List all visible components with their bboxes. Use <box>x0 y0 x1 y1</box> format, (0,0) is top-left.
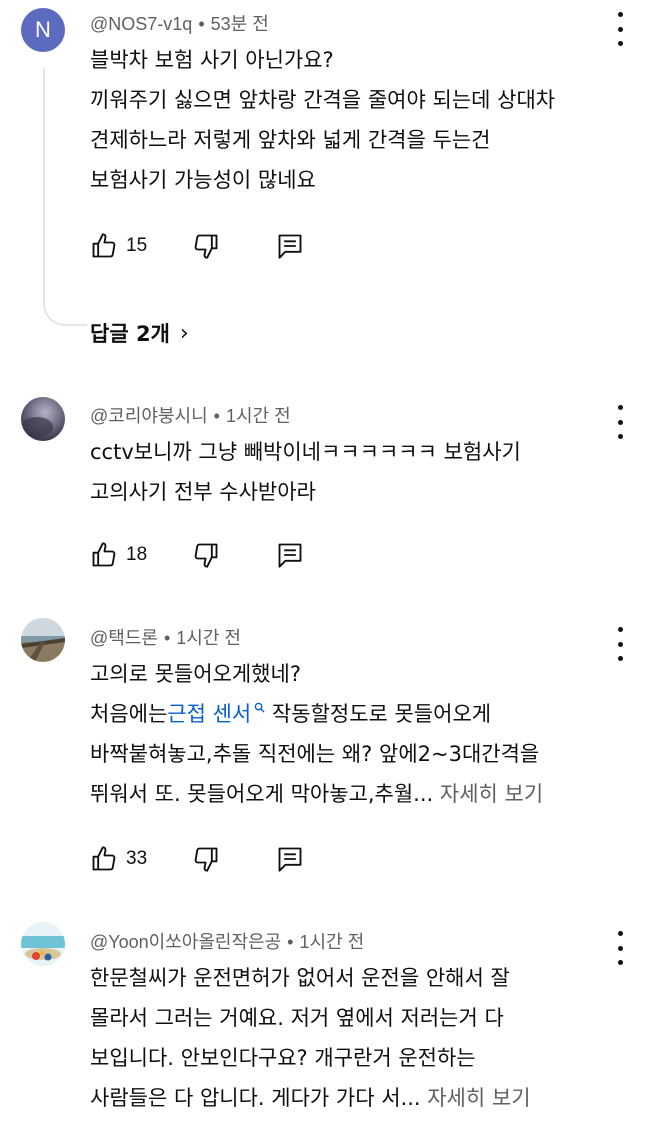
comment-meta: @택드론 • 1시간 전 <box>90 624 241 650</box>
thumb-up-icon[interactable] <box>90 541 118 569</box>
comment-time[interactable]: 53분 전 <box>211 14 269 34</box>
comment-meta: @Yoon이쏘아올린작은공 • 1시간 전 <box>90 928 364 954</box>
author-name[interactable]: @Yoon이쏘아올린작은공 <box>90 932 281 952</box>
comment-line: 한문철씨가 운전면허가 없어서 운전을 안해서 잘 <box>90 966 510 990</box>
search-icon <box>254 702 265 713</box>
reply-icon[interactable] <box>276 232 304 260</box>
search-link-text: 근접 센서 <box>167 702 252 726</box>
comment-line: 보험사기 가능성이 많네요 <box>90 168 316 192</box>
line-suffix: 작동할정도로 못들어오게 <box>265 702 492 726</box>
comment-body: 고의로 못들어오게했네? 처음에는근접 센서 작동할정도로 못들어오게 바짝붙혀… <box>90 654 638 814</box>
read-more-link[interactable]: 자세히 보기 <box>433 782 543 806</box>
comment-body: cctv보니까 그냥 빼박이네ㅋㅋㅋㅋㅋㅋ 보험사기 고의사기 전부 수사받아라 <box>90 432 638 512</box>
comment-line: 고의사기 전부 수사받아라 <box>90 480 316 504</box>
comment-time[interactable]: 1시간 전 <box>176 628 241 648</box>
thread-connector <box>43 68 87 326</box>
comment-actions: 18 <box>90 540 304 570</box>
search-link[interactable]: 근접 센서 <box>167 702 265 726</box>
comment-line: cctv보니까 그냥 빼박이네ㅋㅋㅋㅋㅋㅋ 보험사기 <box>90 440 521 464</box>
thumb-up-icon[interactable] <box>90 845 118 873</box>
comment-line: 고의로 못들어오게했네? <box>90 662 302 686</box>
read-more-link[interactable]: 자세히 보기 <box>421 1086 530 1110</box>
meta-separator: • <box>213 406 220 426</box>
comment-line: 몰라서 그러는 거예요. 저거 옆에서 저러는거 다 <box>90 1006 504 1030</box>
reply-icon[interactable] <box>276 845 304 873</box>
comment-time[interactable]: 1시간 전 <box>226 406 291 426</box>
comment-actions: 15 <box>90 231 304 261</box>
reply-icon[interactable] <box>276 541 304 569</box>
avatar-image <box>21 922 65 966</box>
avatar[interactable]: N <box>21 8 65 52</box>
author-name[interactable]: @택드론 <box>90 628 158 648</box>
like-count: 18 <box>126 544 148 565</box>
avatar[interactable] <box>21 397 65 441</box>
avatar-image <box>21 397 65 441</box>
meta-separator: • <box>287 932 294 952</box>
author-name[interactable]: @코리야붕시니 <box>90 406 208 426</box>
chevron-right-icon: › <box>179 320 189 346</box>
thumb-up-icon[interactable] <box>90 232 118 260</box>
comment-time[interactable]: 1시간 전 <box>299 932 364 952</box>
like-count: 15 <box>126 235 148 256</box>
avatar-letter: N <box>35 17 51 42</box>
comment-line: 뛰워서 또. 못들어오게 막아놓고,추월... 자세히 보기 <box>90 774 638 814</box>
comment-body: 블박차 보험 사기 아닌가요? 끼워주기 싫으면 앞차랑 간격을 줄여야 되는데… <box>90 40 638 200</box>
avatar-image <box>21 618 65 662</box>
avatar[interactable] <box>21 618 65 662</box>
comment-truncated-text: 사람들은 다 압니다. 게다가 가다 서... <box>90 1086 421 1110</box>
comment-line: 사람들은 다 압니다. 게다가 가다 서... 자세히 보기 <box>90 1078 638 1118</box>
comment-meta: @NOS7-v1q • 53분 전 <box>90 10 269 36</box>
thumb-down-icon[interactable] <box>192 232 220 260</box>
avatar[interactable] <box>21 922 65 966</box>
comment-line: 바짝붙혀놓고,추돌 직전에는 왜? 앞에2~3대간격을 <box>90 742 540 766</box>
line-prefix: 처음에는 <box>90 702 168 726</box>
like-count: 33 <box>126 848 148 869</box>
author-name[interactable]: @NOS7-v1q <box>90 14 192 34</box>
comment-line: 블박차 보험 사기 아닌가요? <box>90 48 334 72</box>
thumb-down-icon[interactable] <box>192 845 220 873</box>
comment-line: 보입니다. 안보인다구요? 개구란거 운전하는 <box>90 1046 476 1070</box>
comment-line: 끼워주기 싫으면 앞차랑 간격을 줄여야 되는데 상대차 <box>90 88 556 112</box>
comment-truncated-text: 뛰워서 또. 못들어오게 막아놓고,추월... <box>90 782 434 806</box>
view-replies-button[interactable]: 답글 2개 › <box>90 318 189 348</box>
comment-meta: @코리야붕시니 • 1시간 전 <box>90 402 291 428</box>
comment-actions: 33 <box>90 844 304 874</box>
meta-separator: • <box>163 628 171 648</box>
comment-line: 견제하느라 저렇게 앞차와 넓게 간격을 두는건 <box>90 128 491 152</box>
replies-label: 답글 2개 <box>90 322 170 346</box>
comment-line: 처음에는근접 센서 작동할정도로 못들어오게 <box>90 694 638 734</box>
meta-separator: • <box>198 14 205 34</box>
comment-body: 한문철씨가 운전면허가 없어서 운전을 안해서 잘 몰라서 그러는 거예요. 저… <box>90 958 638 1118</box>
thumb-down-icon[interactable] <box>192 541 220 569</box>
